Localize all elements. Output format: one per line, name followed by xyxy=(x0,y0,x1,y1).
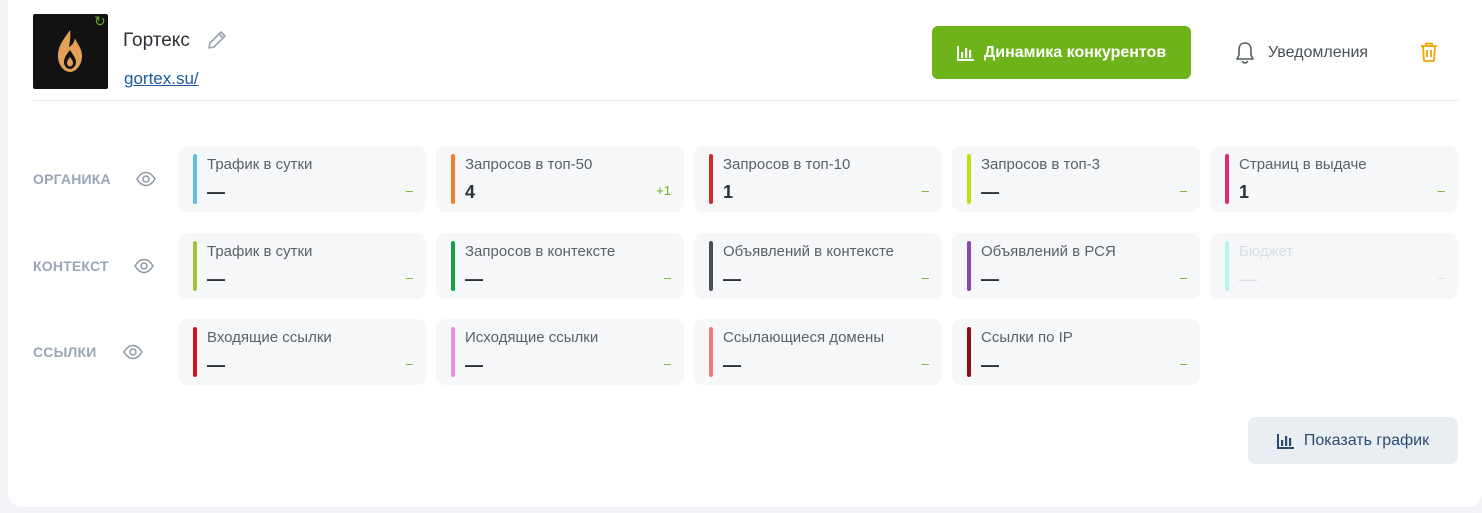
metric-title: Запросов в топ-10 xyxy=(723,156,851,173)
metric-value: — xyxy=(465,269,483,289)
metric-value: — xyxy=(207,355,225,375)
metric-title: Ссылающиеся домены xyxy=(723,329,885,346)
metric-value: 1 xyxy=(723,182,734,202)
metric-delta: – xyxy=(405,356,413,371)
show-chart-label: Показать график xyxy=(1303,431,1430,449)
metric-title: Страниц в выдаче xyxy=(1239,156,1367,173)
metric-value: — xyxy=(981,182,999,202)
metric-delta: – xyxy=(921,183,929,198)
metric-context-budget: Бюджет — – xyxy=(1210,233,1458,299)
metric-title: Ссылки по IP xyxy=(981,329,1073,346)
metric-delta: – xyxy=(1437,270,1445,285)
metric-value: — xyxy=(981,355,999,375)
metric-context-traffic[interactable]: Трафик в сутки — – xyxy=(178,233,426,299)
eye-icon[interactable] xyxy=(136,171,156,187)
eye-icon[interactable] xyxy=(123,344,143,360)
row-label-context: КОНТЕКСТ xyxy=(33,258,109,274)
metric-links-domains[interactable]: Ссылающиеся домены — – xyxy=(694,319,942,385)
metric-value: 1 xyxy=(1239,182,1250,202)
notifications-button[interactable]: Уведомления xyxy=(1234,38,1368,68)
metric-title: Трафик в сутки xyxy=(207,156,313,173)
metric-context-ads[interactable]: Объявлений в контексте — – xyxy=(694,233,942,299)
metric-delta: – xyxy=(663,356,671,371)
show-chart-button[interactable]: Показать график xyxy=(1248,417,1458,464)
site-url-link[interactable]: gortex.su/ xyxy=(124,69,199,89)
metric-organic-top10[interactable]: Запросов в топ-10 1 – xyxy=(694,146,942,212)
competitors-dynamics-label: Динамика конкурентов xyxy=(983,43,1167,61)
metric-value: — xyxy=(723,269,741,289)
metric-title: Запросов в контексте xyxy=(465,243,616,260)
metric-delta: – xyxy=(405,183,413,198)
metric-color-bar xyxy=(1225,241,1229,291)
metric-delta: – xyxy=(1179,356,1187,371)
trash-icon[interactable] xyxy=(1419,41,1439,63)
metric-delta: – xyxy=(921,270,929,285)
metric-title: Исходящие ссылки xyxy=(465,329,599,346)
metric-value: — xyxy=(981,269,999,289)
metric-color-bar xyxy=(451,154,455,204)
edit-icon[interactable] xyxy=(205,28,229,52)
metric-value: — xyxy=(207,182,225,202)
metric-organic-top50[interactable]: Запросов в топ-50 4 +1 xyxy=(436,146,684,212)
metric-color-bar xyxy=(193,241,197,291)
metric-organic-top3[interactable]: Запросов в топ-3 — – xyxy=(952,146,1200,212)
metric-organic-pages[interactable]: Страниц в выдаче 1 – xyxy=(1210,146,1458,212)
metric-value: — xyxy=(207,269,225,289)
metric-delta: – xyxy=(405,270,413,285)
flame-logo-icon xyxy=(58,30,82,72)
metric-color-bar xyxy=(967,241,971,291)
metric-delta: +1 xyxy=(656,183,671,198)
site-name: Гортекс xyxy=(123,30,190,51)
metric-color-bar xyxy=(193,327,197,377)
metric-delta: – xyxy=(1437,183,1445,198)
metric-color-bar xyxy=(451,241,455,291)
metric-value: — xyxy=(465,355,483,375)
metric-color-bar xyxy=(709,154,713,204)
metric-links-ip[interactable]: Ссылки по IP — – xyxy=(952,319,1200,385)
metric-value: — xyxy=(723,355,741,375)
metric-title: Запросов в топ-50 xyxy=(465,156,593,173)
metric-delta: – xyxy=(1179,270,1187,285)
metric-title: Входящие ссылки xyxy=(207,329,332,346)
metric-delta: – xyxy=(663,270,671,285)
notifications-label: Уведомления xyxy=(1268,44,1369,61)
row-label-organic: ОРГАНИКА xyxy=(33,171,111,187)
site-card: ↻ Гортекс gortex.su/ Динамика конкуренто… xyxy=(8,0,1482,507)
chart-icon xyxy=(1276,433,1294,449)
header-divider xyxy=(33,100,1459,101)
metric-title: Бюджет xyxy=(1239,243,1294,260)
metric-color-bar xyxy=(709,327,713,377)
metric-value: — xyxy=(1239,269,1257,289)
metric-color-bar xyxy=(1225,154,1229,204)
metric-title: Объявлений в контексте xyxy=(723,243,894,260)
metric-value: 4 xyxy=(465,182,476,202)
eye-icon[interactable] xyxy=(134,258,154,274)
chart-icon xyxy=(956,45,974,61)
metric-color-bar xyxy=(967,154,971,204)
metric-color-bar xyxy=(709,241,713,291)
metric-color-bar xyxy=(193,154,197,204)
metric-color-bar xyxy=(967,327,971,377)
metric-links-incoming[interactable]: Входящие ссылки — – xyxy=(178,319,426,385)
metric-context-rsya-ads[interactable]: Объявлений в РСЯ — – xyxy=(952,233,1200,299)
metric-links-outgoing[interactable]: Исходящие ссылки — – xyxy=(436,319,684,385)
metric-color-bar xyxy=(451,327,455,377)
refresh-icon[interactable]: ↻ xyxy=(94,14,108,28)
metric-title: Объявлений в РСЯ xyxy=(981,243,1116,260)
metric-context-queries[interactable]: Запросов в контексте — – xyxy=(436,233,684,299)
metric-title: Запросов в топ-3 xyxy=(981,156,1100,173)
competitors-dynamics-button[interactable]: Динамика конкурентов xyxy=(932,26,1191,79)
metric-title: Трафик в сутки xyxy=(207,243,313,260)
bell-icon xyxy=(1236,42,1254,64)
metric-delta: – xyxy=(1179,183,1187,198)
row-label-links: ССЫЛКИ xyxy=(33,344,97,360)
metric-organic-traffic[interactable]: Трафик в сутки — – xyxy=(178,146,426,212)
metric-delta: – xyxy=(921,356,929,371)
